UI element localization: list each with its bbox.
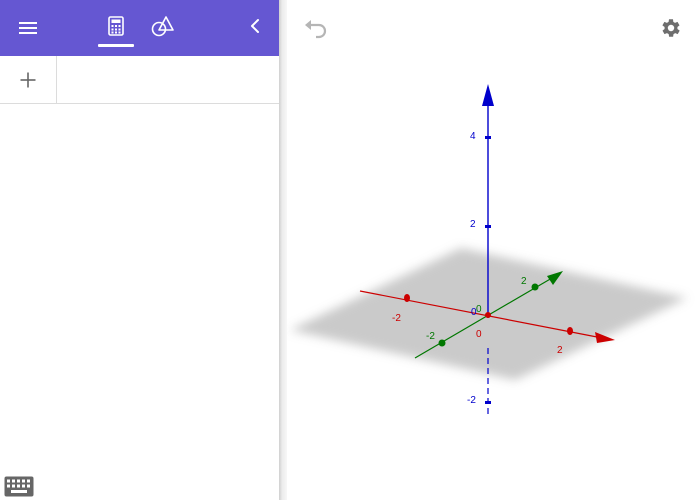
settings-button[interactable] [658, 16, 682, 40]
plus-icon [20, 64, 36, 95]
3d-scene: 4 2 -2 -2 2 -2 2 0 0 0 [290, 84, 687, 414]
x-tick [404, 294, 410, 302]
algebra-input-row [0, 56, 279, 104]
origin-label-x: 0 [476, 329, 482, 340]
calculator-icon [108, 15, 124, 41]
undo-icon [303, 20, 329, 44]
gear-icon [658, 19, 682, 44]
collapse-panel-button[interactable] [235, 8, 275, 48]
x-tick-label: -2 [392, 313, 401, 324]
y-tick-label: -2 [426, 331, 435, 342]
chevron-left-icon [250, 18, 260, 39]
algebra-input[interactable] [57, 56, 279, 103]
tab-algebra[interactable] [96, 8, 136, 48]
z-tick [485, 136, 491, 139]
z-tick-label: 4 [470, 131, 476, 142]
y-tick [438, 339, 446, 347]
add-item-button[interactable] [0, 56, 57, 103]
origin-label-y: 0 [476, 304, 482, 315]
shapes-icon [151, 15, 175, 42]
active-tab-indicator [98, 44, 134, 47]
z-tick [485, 401, 491, 404]
z-tick-label: -2 [467, 395, 476, 406]
y-tick [531, 283, 539, 291]
keyboard-icon [4, 476, 34, 501]
panel-divider[interactable] [279, 0, 287, 500]
undo-button[interactable] [303, 16, 329, 40]
z-axis-arrow [482, 84, 494, 106]
algebra-panel [0, 0, 279, 500]
graphics-3d-view[interactable]: 4 2 -2 -2 2 -2 2 0 0 0 [287, 0, 700, 500]
z-tick [485, 225, 491, 228]
keyboard-button[interactable] [4, 476, 34, 497]
y-tick-label: 2 [521, 276, 527, 287]
hamburger-menu-icon[interactable] [8, 8, 48, 48]
z-tick-label: 2 [470, 219, 476, 230]
tab-tools[interactable] [143, 8, 183, 48]
x-tick-label: 2 [557, 345, 563, 356]
x-tick [567, 327, 573, 335]
app-toolbar [0, 0, 279, 56]
